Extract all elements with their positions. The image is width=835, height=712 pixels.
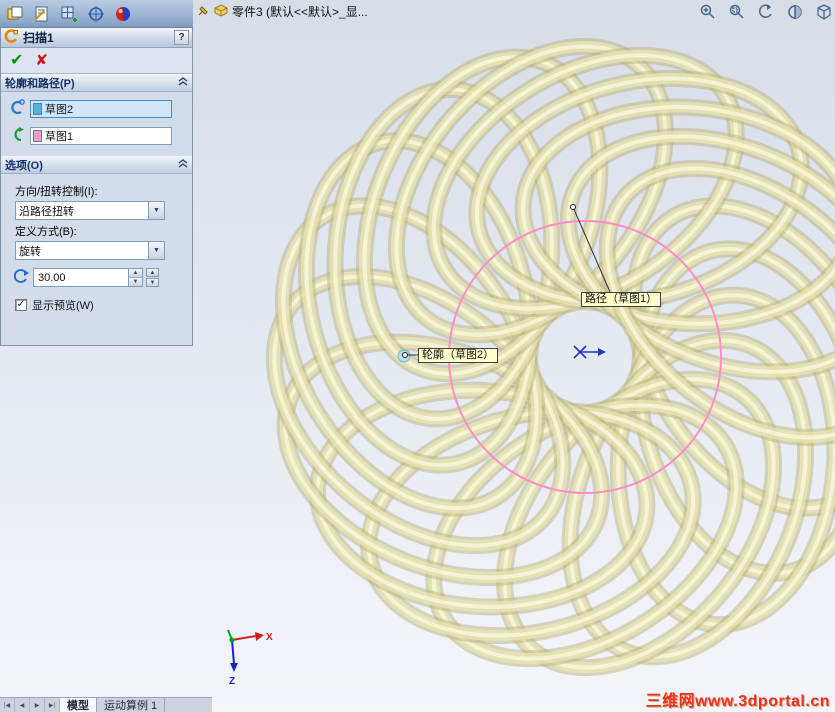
path-anchor-point[interactable]	[570, 204, 576, 210]
sweep-propertymanager: 扫描1 ? ✔ ✘ 轮廓和路径(P) 草图2 草图1 选项(O) 方向/扭转控制…	[0, 28, 193, 346]
profile-row: 草图2	[8, 98, 185, 119]
options-section-header[interactable]: 选项(O)	[1, 156, 192, 174]
angle-stepper-up-icon[interactable]: ▲	[146, 268, 159, 277]
orientation-label: 方向/扭转控制(I):	[15, 186, 98, 198]
origin-marker	[573, 345, 606, 359]
propertymanager-tab-icon[interactable]	[30, 2, 54, 26]
watermark-text: 三维网www.3dportal.cn	[645, 693, 830, 710]
profile-sketch-icon	[8, 98, 26, 119]
definition-combobox[interactable]: 旋转 ▼	[15, 241, 165, 260]
panel-title: 扫描1	[23, 31, 54, 45]
orientation-combobox[interactable]: 沿路径扭转 ▼	[15, 201, 165, 220]
combo-dropdown-icon[interactable]: ▼	[148, 202, 164, 219]
path-color-swatch	[33, 129, 42, 142]
definition-label: 定义方式(B):	[15, 226, 77, 238]
tab-scroll-last-icon[interactable]: ▶|	[45, 698, 60, 712]
twist-angle-row: 30.00 ▲ ▼ ▲ ▼	[12, 267, 185, 288]
profile-anchor-point[interactable]	[402, 352, 408, 358]
definition-value: 旋转	[19, 245, 41, 258]
tab-scroll-prev-icon[interactable]: ◀	[15, 698, 30, 712]
profile-path-header-label: 轮廓和路径(P)	[5, 78, 75, 90]
twist-angle-value: 30.00	[38, 271, 66, 284]
panel-tab-toolbar	[0, 0, 193, 28]
view-orientation-icon[interactable]	[813, 2, 835, 22]
previous-view-icon[interactable]	[755, 2, 777, 22]
angle-stepper-down-icon[interactable]: ▼	[146, 278, 159, 287]
angle-stepper: ▲ ▼	[146, 268, 159, 287]
show-preview-checkbox[interactable]: ✓	[15, 299, 27, 311]
featuremanager-tab-icon[interactable]	[3, 2, 27, 26]
profile-path-section-header[interactable]: 轮廓和路径(P)	[1, 74, 192, 92]
sweep-coil-model[interactable]	[183, 0, 835, 712]
show-preview-row: ✓ 显示预览(W)	[15, 297, 185, 313]
zoom-to-area-icon[interactable]	[726, 2, 748, 22]
displaymanager-tab-icon[interactable]	[111, 2, 135, 26]
ok-button[interactable]: ✔	[10, 52, 23, 69]
angle-spin-up-icon[interactable]: ▲	[129, 269, 142, 277]
zoom-to-fit-icon[interactable]	[697, 2, 719, 22]
triad-x-label: X	[266, 632, 273, 643]
options-header-label: 选项(O)	[5, 160, 43, 172]
profile-callout[interactable]: 轮廓（草图2）	[418, 348, 499, 363]
tab-scroll-next-icon[interactable]: ▶	[30, 698, 45, 712]
reference-triad: X Z	[227, 629, 273, 687]
show-preview-label: 显示预览(W)	[32, 300, 94, 312]
twist-angle-icon	[12, 267, 30, 288]
path-field[interactable]: 草图1	[30, 126, 172, 145]
collapse-chevron-icon	[178, 159, 188, 171]
part-icon	[214, 3, 228, 20]
path-callout[interactable]: 路径（草图1）	[581, 292, 662, 307]
pin-icon	[197, 4, 210, 20]
triad-z-label: Z	[229, 676, 235, 687]
tab-model[interactable]: 模型	[60, 698, 97, 712]
document-tab-label: 零件3 (默认<<默认>_显...	[232, 5, 368, 19]
study-tab-bar: |◀ ◀ ▶ ▶| 模型 运动算例 1	[0, 697, 212, 712]
sweep-feature-icon	[4, 28, 19, 47]
document-tab[interactable]: 零件3 (默认<<默认>_显...	[197, 3, 368, 20]
orientation-value: 沿路径扭转	[19, 205, 74, 218]
panel-title-bar: 扫描1 ?	[1, 28, 192, 48]
solidworks-window: X Z 路径（草图1） 轮廓（草图2） 零件3 (默认<<默认>_显... 扫描…	[0, 0, 835, 712]
confirm-row: ✔ ✘	[1, 48, 192, 74]
dimxpert-tab-icon[interactable]	[84, 2, 108, 26]
section-view-icon[interactable]	[784, 2, 806, 22]
twist-angle-input[interactable]: 30.00 ▲ ▼	[33, 268, 143, 287]
path-sketch-icon	[8, 125, 26, 146]
profile-color-swatch	[33, 102, 42, 115]
profile-field[interactable]: 草图2	[30, 99, 172, 118]
tab-scroll-first-icon[interactable]: |◀	[0, 698, 15, 712]
profile-field-value: 草图2	[45, 103, 74, 116]
cancel-button[interactable]: ✘	[35, 53, 48, 68]
angle-spin-down-icon[interactable]: ▼	[129, 277, 142, 286]
configurationmanager-tab-icon[interactable]	[57, 2, 81, 26]
path-field-value: 草图1	[45, 130, 74, 143]
collapse-chevron-icon	[178, 77, 188, 89]
combo-dropdown-icon[interactable]: ▼	[148, 242, 164, 259]
tab-motion-study[interactable]: 运动算例 1	[97, 698, 166, 712]
help-button[interactable]: ?	[174, 30, 189, 45]
path-row: 草图1	[8, 125, 185, 146]
heads-up-toolbar	[697, 2, 835, 22]
profile-path-group: 草图2 草图1	[1, 92, 192, 156]
options-group: 方向/扭转控制(I): 沿路径扭转 ▼ 定义方式(B): 旋转 ▼ 30.00	[1, 174, 192, 321]
